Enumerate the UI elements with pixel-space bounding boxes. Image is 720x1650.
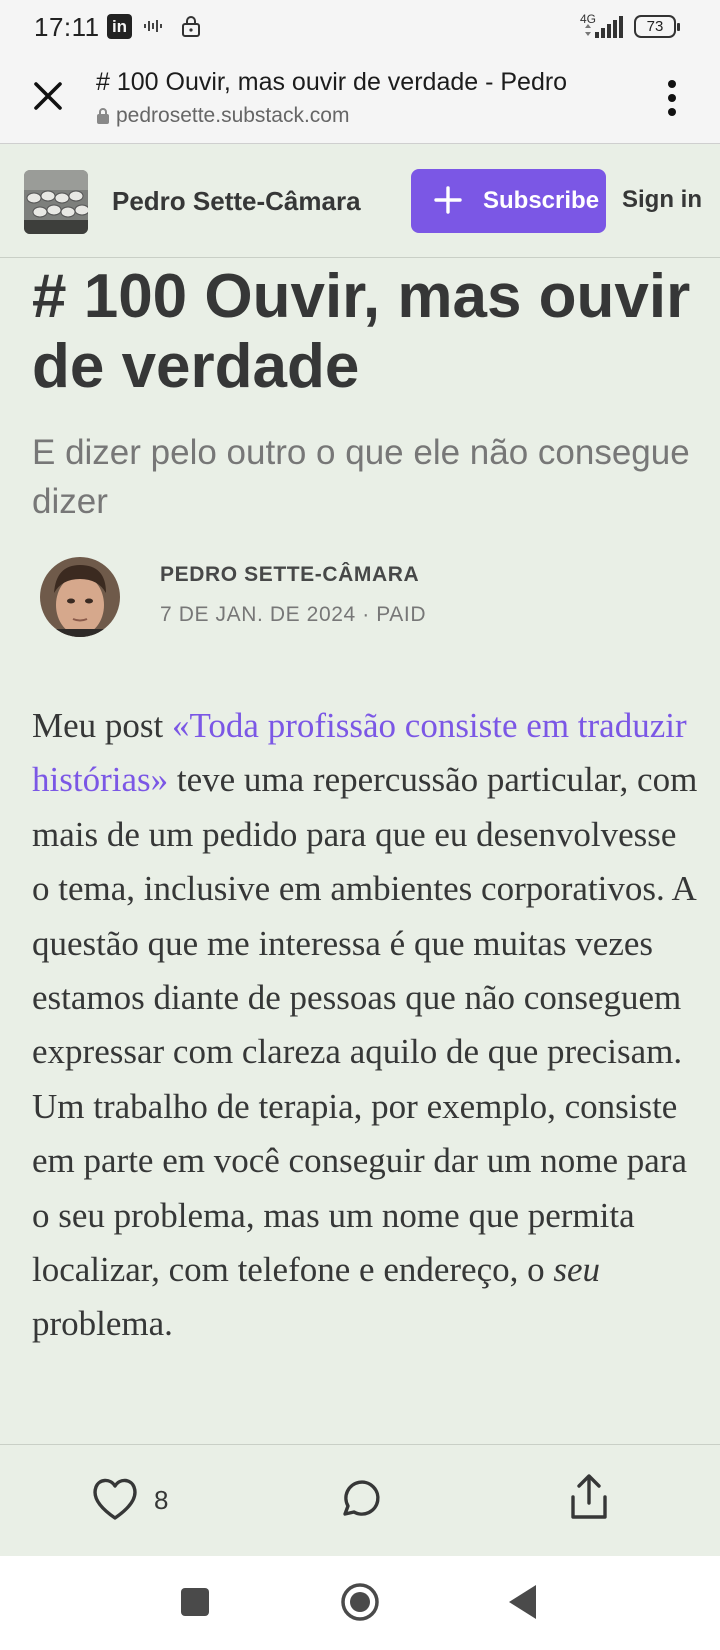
battery-icon: 73 — [634, 15, 680, 38]
post-subtitle: E dizer pelo outro o que ele não consegu… — [32, 433, 690, 521]
lock-icon — [180, 14, 202, 43]
body-text-end: problema. — [32, 1304, 173, 1344]
share-icon[interactable] — [565, 1471, 613, 1523]
sound-wave-icon — [143, 14, 165, 43]
url-bar[interactable]: pedrosette.substack.com — [96, 104, 349, 130]
subscribe-button[interactable]: Subscribe — [411, 169, 606, 233]
publication-header: Pedro Sette-Câmara Subscribe Sign in — [0, 144, 720, 258]
url-lock-icon — [96, 106, 110, 130]
body-emphasis: seu — [553, 1250, 601, 1290]
back-icon[interactable] — [506, 1583, 538, 1621]
close-icon[interactable] — [28, 76, 68, 116]
signal-icon — [583, 14, 625, 45]
publication-name[interactable]: Pedro Sette-Câmara — [112, 186, 361, 217]
more-vert-icon[interactable] — [658, 76, 686, 120]
system-nav-bar — [0, 1556, 720, 1650]
recent-apps-icon[interactable] — [181, 1588, 209, 1616]
body-text-intro: Meu post — [32, 706, 172, 745]
body-text-main: teve uma repercussão particular, com mai… — [32, 760, 698, 1290]
author-avatar[interactable] — [40, 557, 120, 637]
home-icon[interactable] — [340, 1582, 380, 1622]
publication-logo[interactable] — [24, 170, 88, 234]
post-body: Meu post «Toda profissão consiste em tra… — [32, 699, 702, 1352]
like-count: 8 — [154, 1485, 169, 1515]
post-title: # 100 Ouvir, mas ouvir de verdade — [32, 262, 691, 401]
post-action-bar: 8 — [0, 1444, 720, 1556]
subscribe-label: Subscribe — [483, 187, 600, 214]
status-bar: 17:11 in 4G 73 — [0, 0, 720, 54]
plus-icon — [433, 185, 463, 215]
browser-page-title: # 100 Ouvir, mas ouvir de verdade - Pedr… — [96, 68, 568, 96]
heart-icon[interactable] — [90, 1475, 140, 1523]
url-text: pedrosette.substack.com — [116, 104, 350, 127]
status-time: 17:11 — [34, 12, 100, 42]
author-name[interactable]: PEDRO SETTE-CÂMARA — [160, 563, 419, 587]
comment-icon[interactable] — [336, 1475, 384, 1523]
sign-in-button[interactable]: Sign in — [622, 186, 702, 214]
browser-toolbar: # 100 Ouvir, mas ouvir de verdade - Pedr… — [0, 54, 720, 144]
linkedin-icon: in — [107, 14, 132, 39]
post-meta: 7 DE JAN. DE 2024 · PAID — [160, 603, 427, 626]
